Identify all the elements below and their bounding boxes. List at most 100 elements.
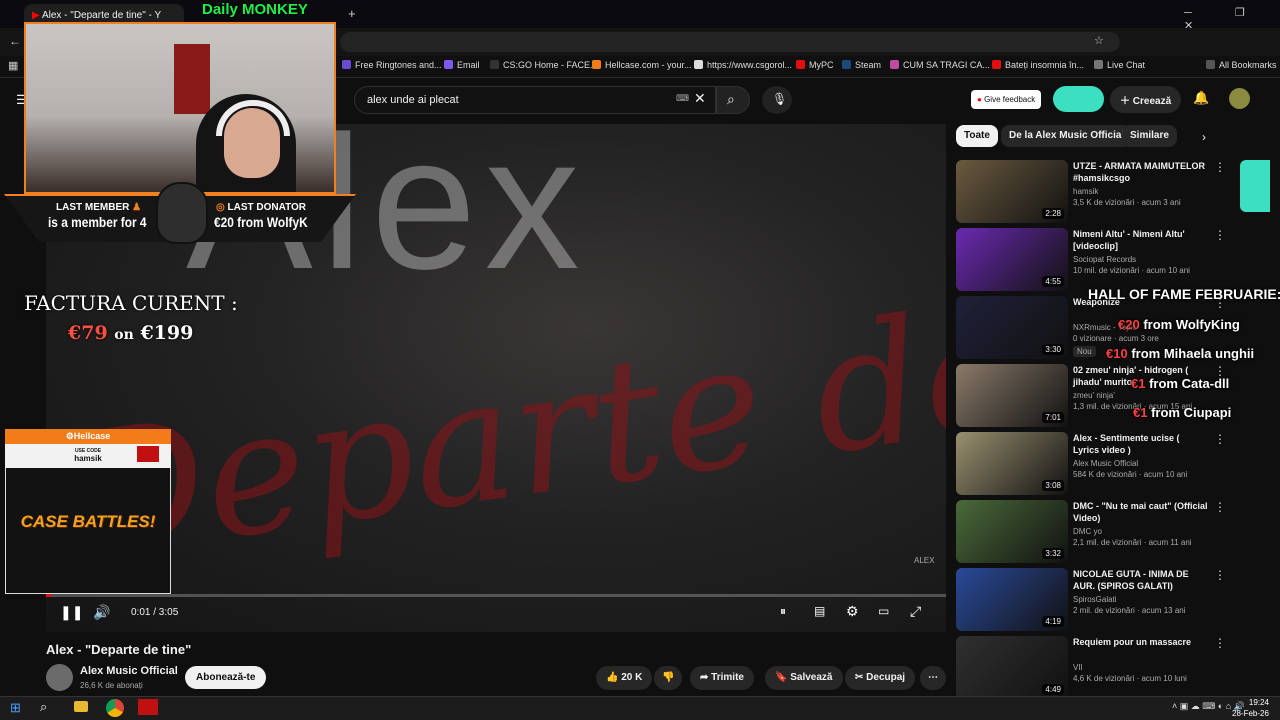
related-meta: 2,1 mil. de vizionări · acum 11 ani — [1073, 538, 1192, 547]
back-icon[interactable]: ← — [9, 34, 21, 48]
give-feedback-button[interactable]: ● Give feedback — [971, 90, 1042, 109]
duration-badge: 3:08 — [1042, 480, 1064, 491]
related-channel[interactable]: zmeu' ninja' — [1073, 391, 1115, 400]
tab-title: Alex - "Departe de tine" - Y — [41, 10, 162, 21]
extension-button[interactable] — [1053, 86, 1104, 112]
factura-label: FACTURA CURENT : — [24, 291, 238, 315]
related-channel[interactable]: VII — [1073, 663, 1083, 672]
bookmark-item[interactable]: Bateți insomnia în... — [992, 60, 1084, 70]
related-thumbnail[interactable]: 4:19 — [956, 568, 1068, 631]
url-field[interactable] — [340, 32, 1120, 52]
like-button[interactable]: 👍 20 K — [596, 666, 653, 690]
bookmark-item[interactable]: Steam — [842, 60, 881, 70]
related-thumbnail[interactable]: 7:01 — [956, 364, 1068, 427]
more-actions-button[interactable]: ⋯ — [920, 666, 946, 690]
keyboard-icon[interactable]: ⌨ — [676, 93, 689, 104]
bookmark-star-icon[interactable]: ☆ — [1094, 34, 1104, 47]
chrome-icon[interactable] — [106, 699, 124, 717]
extension-side-button[interactable] — [1240, 160, 1270, 212]
case-battles-text: CASE BATTLES! — [20, 512, 156, 531]
duration-badge: 2:28 — [1042, 208, 1064, 219]
chip-from-channel[interactable]: De la Alex Music Official — [1001, 125, 1133, 147]
related-channel[interactable]: SpirosGalati — [1073, 595, 1117, 604]
more-options-icon[interactable]: ⋮ — [1214, 568, 1226, 582]
related-title[interactable]: DMC - "Nu te mai caut" (Official Video) — [1073, 500, 1208, 524]
new-badge: Nou — [1073, 346, 1096, 357]
bookmark-item[interactable]: Email — [444, 60, 480, 70]
search-input[interactable]: alex unde ai plecat — [354, 86, 716, 114]
search-icon: ⌕ — [727, 91, 735, 107]
related-channel[interactable]: hamsik — [1073, 187, 1098, 196]
chip-related[interactable]: Similare — [1122, 125, 1177, 147]
more-options-icon[interactable]: ⋮ — [1214, 228, 1226, 242]
duration-badge: 3:30 — [1042, 344, 1064, 355]
settings-gear-icon[interactable]: ⚙ — [846, 603, 859, 620]
channel-avatar[interactable] — [46, 664, 73, 691]
bookmark-item[interactable]: CUM SA TRAGI CA... — [890, 60, 990, 70]
dislike-button[interactable]: 👎 — [654, 666, 683, 690]
more-options-icon[interactable]: ⋮ — [1214, 636, 1226, 650]
related-meta: 584 K de vizionări · acum 10 ani — [1073, 470, 1188, 479]
hof-entry: €20 from WolfyKing — [1118, 317, 1240, 332]
new-tab-icon[interactable]: + — [348, 6, 356, 21]
last-member-label: LAST MEMBER ♟ — [56, 202, 142, 213]
related-meta: 3,5 K de vizionări · acum 3 ani — [1073, 198, 1181, 207]
save-button[interactable]: 🔖 Salvează — [765, 666, 843, 690]
apps-grid-icon[interactable]: ▦ — [8, 59, 18, 72]
file-explorer-icon[interactable] — [74, 701, 88, 712]
video-frame-script: Departe de — [56, 268, 946, 598]
avatar[interactable] — [1229, 88, 1250, 109]
bookmark-item[interactable]: MyPC — [796, 60, 834, 70]
create-button[interactable]: ＋ Creează — [1110, 86, 1182, 113]
related-title[interactable]: Alex - Sentimente ucise ( Lyrics video ) — [1073, 432, 1208, 456]
related-title[interactable]: NICOLAE GUTA - INIMA DE AUR. (SPIROS GAL… — [1073, 568, 1208, 592]
theater-mode-icon[interactable]: ▭ — [878, 604, 889, 618]
voice-search-button[interactable]: 🎙 — [762, 86, 792, 114]
autoplay-toggle[interactable]: ⏸ — [780, 604, 786, 619]
hof-entry: €10 from Mihaela unghii — [1106, 346, 1255, 361]
related-channel[interactable]: Sociopat Records — [1073, 255, 1136, 264]
more-options-icon[interactable]: ⋮ — [1214, 160, 1226, 174]
channel-name[interactable]: Alex Music Official — [80, 665, 178, 677]
related-channel[interactable]: Alex Music Official — [1073, 459, 1138, 468]
more-options-icon[interactable]: ⋮ — [1214, 432, 1226, 446]
bookmark-item[interactable]: Live Chat — [1094, 60, 1145, 70]
related-title[interactable]: Nimeni Altu' - Nimeni Altu' [videoclip] — [1073, 228, 1208, 252]
bookmark-item[interactable]: https://www.csgorol... — [694, 60, 792, 70]
hall-of-fame-title: HALL OF FAME FEBRUARIE: — [1088, 286, 1280, 302]
clip-button[interactable]: ✂ Decupaj — [845, 666, 916, 690]
taskbar-search-icon[interactable]: ⌕ — [40, 699, 47, 715]
notifications-bell-icon[interactable]: 🔔 — [1193, 90, 1209, 106]
subscribe-button[interactable]: Abonează-te — [185, 666, 267, 689]
related-channel[interactable]: DMC yo — [1073, 527, 1102, 536]
taskbar-clock[interactable]: 19:24 28-Feb-26 — [1232, 697, 1269, 719]
related-thumbnail[interactable]: 4:55 — [956, 228, 1068, 291]
chevron-right-icon[interactable]: › — [1202, 130, 1206, 144]
windows-start-icon[interactable]: ⊞ — [10, 700, 21, 716]
related-thumbnail[interactable]: 4:49 — [956, 636, 1068, 699]
taskbar-app-icon[interactable] — [138, 699, 158, 715]
chip-all[interactable]: Toate — [956, 125, 998, 147]
fullscreen-icon[interactable]: ⤢ — [910, 603, 921, 620]
daily-monkey-label: Daily MONKEY — [202, 1, 308, 18]
subtitles-icon[interactable]: ▤ — [814, 604, 825, 618]
related-title[interactable]: Requiem pour un massacre — [1073, 636, 1208, 648]
pause-icon[interactable]: ❚❚ — [60, 604, 83, 621]
progress-bar[interactable] — [46, 594, 946, 597]
bookmark-item[interactable]: CS:GO Home - FACE... — [490, 60, 598, 70]
bookmark-item[interactable]: Hellcase.com - your... — [592, 60, 692, 70]
hellcase-logo-badge — [137, 446, 159, 462]
more-options-icon[interactable]: ⋮ — [1214, 500, 1226, 514]
related-title[interactable]: UTZE - ARMATA MAIMUTELOR #hamsikcsgo — [1073, 160, 1208, 184]
related-thumbnail[interactable]: 3:08 — [956, 432, 1068, 495]
related-thumbnail[interactable]: 3:30 — [956, 296, 1068, 359]
all-bookmarks[interactable]: All Bookmarks — [1206, 60, 1277, 70]
volume-icon[interactable]: 🔊 — [93, 604, 110, 621]
clear-search-icon[interactable]: ✕ — [694, 90, 706, 107]
search-button[interactable]: ⌕ — [716, 86, 750, 114]
bookmark-item[interactable]: Free Ringtones and... — [342, 60, 442, 70]
related-thumbnail[interactable]: 3:32 — [956, 500, 1068, 563]
duration-badge: 4:49 — [1042, 684, 1064, 695]
share-button[interactable]: ➦ Trimite — [690, 666, 754, 690]
related-thumbnail[interactable]: 2:28 — [956, 160, 1068, 223]
